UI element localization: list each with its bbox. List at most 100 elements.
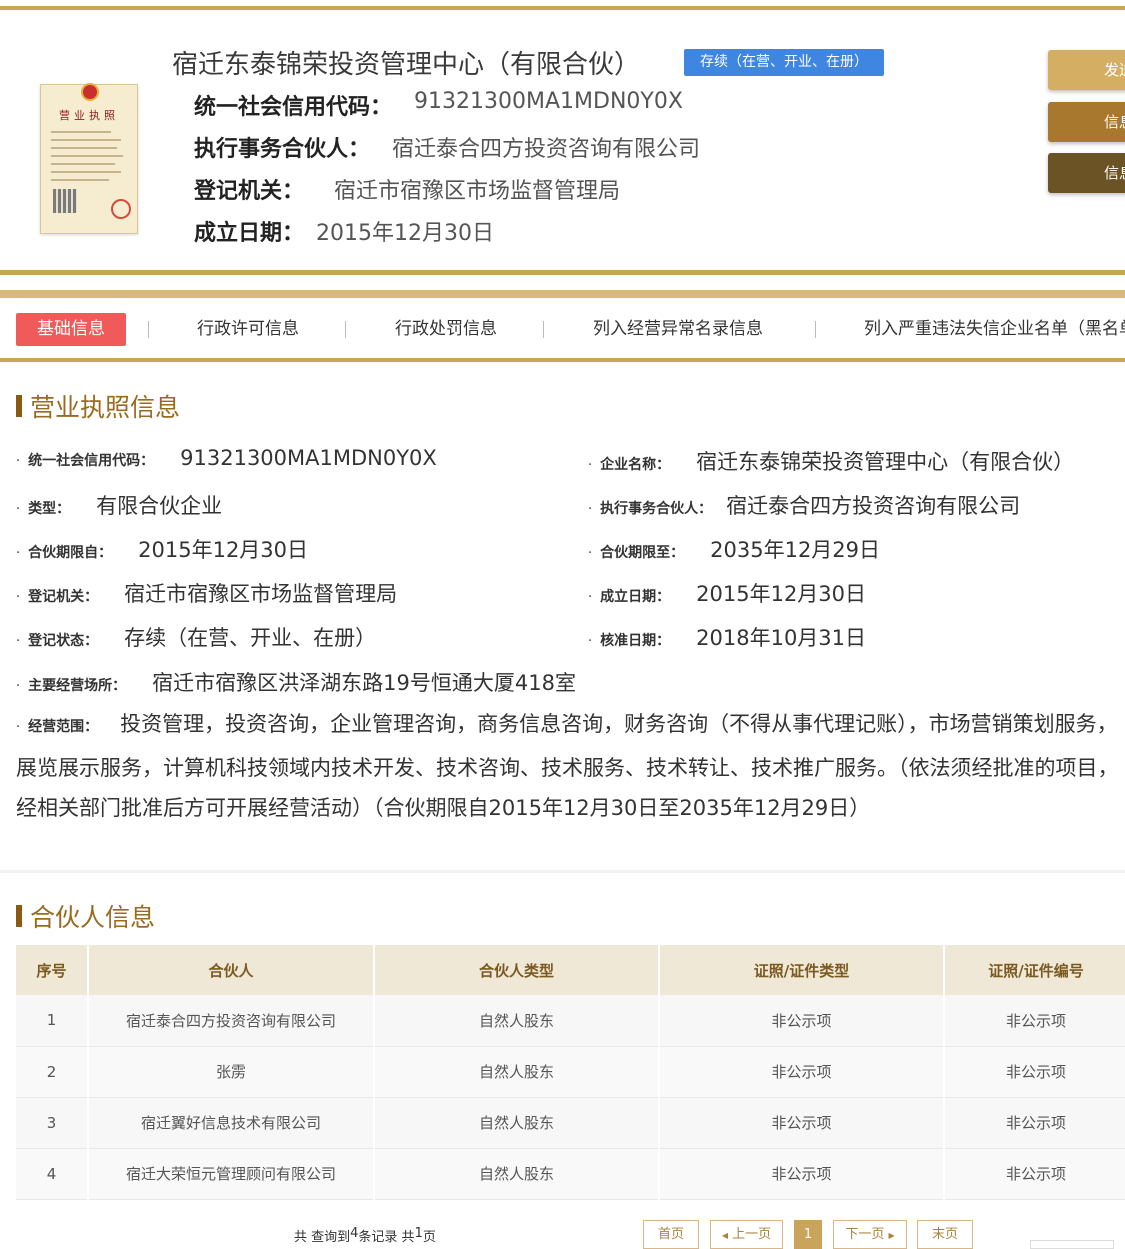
pagination-record-count: 4 <box>350 1226 359 1241</box>
company-header: 营业执照 宿迁东泰锦荣投资管理中心（有限合伙） 存续（在营、开业、在册） 统一社… <box>0 0 1125 290</box>
partner-table: 序号 合伙人 合伙人类型 证照/证件类型 证照/证件编号 1 宿迁泰合四方投资咨… <box>16 945 1125 1200</box>
header-divider-thin <box>0 290 1125 298</box>
national-emblem-icon <box>81 83 99 101</box>
caret-left-icon: ◀ <box>721 1231 728 1240</box>
field-company-name-label: 企业名称： <box>600 457 671 473</box>
field-approved: · 核准日期： 2018年10月31日 <box>588 622 866 652</box>
field-established-label: 成立日期： <box>600 589 671 605</box>
field-approved-value: 2018年10月31日 <box>696 626 867 650</box>
license-section-title-text: 营业执照信息 <box>30 393 181 422</box>
field-term-to-label: 合伙期限至： <box>600 545 685 561</box>
first-page-button[interactable]: 首页 <box>643 1220 699 1249</box>
field-term-to-value: 2035年12月29日 <box>710 538 881 562</box>
field-business-scope-label: 经营范围： <box>28 719 99 735</box>
bullet-icon: · <box>16 502 21 517</box>
field-term-from-label: 合伙期限自： <box>28 545 113 561</box>
tab-blacklist[interactable]: 列入严重违法失信企业名单（黑名单） <box>864 313 1125 346</box>
column-header-partner-type: 合伙人类型 <box>374 945 660 995</box>
license-image-title: 营业执照 <box>59 109 119 122</box>
cell-id-number: 非公示项 <box>944 995 1125 1047</box>
info-button-1[interactable]: 信息 <box>1048 102 1125 142</box>
column-header-index: 序号 <box>16 945 89 995</box>
send-button[interactable]: 发送 <box>1048 50 1125 90</box>
last-page-button[interactable]: 末页 <box>917 1220 973 1249</box>
cell-id-type: 非公示项 <box>659 1046 945 1098</box>
cell-partner-type: 自然人股东 <box>374 1148 660 1200</box>
tab-separator <box>543 321 544 338</box>
header-executive-partner: 执行事务合伙人： 宿迁泰合四方投资咨询有限公司 <box>194 131 700 163</box>
pagination-summary-suffix: 页 <box>422 1230 436 1245</box>
field-term-from: · 合伙期限自： 2015年12月30日 <box>16 534 308 564</box>
field-credit-code-label: 统一社会信用代码： <box>28 453 155 469</box>
cell-partner: 张雳 <box>88 1046 375 1098</box>
field-term-from-value: 2015年12月30日 <box>138 538 309 562</box>
tab-basic-info[interactable]: 基础信息 <box>16 313 126 346</box>
field-established: · 成立日期： 2015年12月30日 <box>588 578 866 608</box>
next-page-button[interactable]: 下一页 ▶ <box>833 1220 907 1249</box>
table-header-row: 序号 合伙人 合伙人类型 证照/证件类型 证照/证件编号 <box>16 945 1125 995</box>
field-term-to: · 合伙期限至： 2035年12月29日 <box>588 534 880 564</box>
cell-id-type: 非公示项 <box>659 995 945 1047</box>
field-type-label: 类型： <box>28 501 71 517</box>
field-executive-partner-value: 宿迁泰合四方投资咨询有限公司 <box>726 494 1021 518</box>
header-established-value: 2015年12月30日 <box>316 221 494 246</box>
field-authority: · 登记机关： 宿迁市宿豫区市场监督管理局 <box>16 578 397 608</box>
header-executive-partner-label: 执行事务合伙人： <box>194 137 371 162</box>
section-marker-icon <box>16 395 22 417</box>
bullet-icon: · <box>588 590 593 605</box>
tab-separator <box>148 321 149 338</box>
bullet-icon: · <box>588 502 593 517</box>
tab-separator <box>345 321 346 338</box>
tabs-bottom-border <box>0 358 1125 362</box>
tab-abnormal-list[interactable]: 列入经营异常名录信息 <box>593 313 763 346</box>
field-credit-code-value: 91321300MA1MDN0Y0X <box>180 446 437 470</box>
field-address-label: 主要经营场所： <box>28 678 127 694</box>
tab-admin-license[interactable]: 行政许可信息 <box>197 313 299 346</box>
cell-index: 3 <box>16 1097 89 1149</box>
cell-partner: 宿迁泰合四方投资咨询有限公司 <box>88 995 375 1047</box>
field-company-name-value: 宿迁东泰锦荣投资管理中心（有限合伙） <box>696 450 1075 474</box>
prev-page-button[interactable]: ◀ 上一页 <box>710 1220 783 1249</box>
pagination-summary: 共 查询到 4 条记录 共 1 页 <box>294 1226 436 1245</box>
page-jump-input[interactable] <box>1030 1240 1114 1249</box>
header-authority-label: 登记机关： <box>194 179 305 204</box>
header-credit-code: 统一社会信用代码： 91321300MA1MDN0Y0X <box>194 89 683 121</box>
cell-id-type: 非公示项 <box>659 1097 945 1149</box>
bullet-icon: · <box>16 679 21 694</box>
license-line <box>51 131 111 133</box>
cell-partner-type: 自然人股东 <box>374 995 660 1047</box>
info-button-2[interactable]: 信息 <box>1048 153 1125 193</box>
field-address-value: 宿迁市宿豫区洪泽湖东路19号恒通大厦418室 <box>152 671 576 695</box>
license-line <box>51 179 109 181</box>
business-license-image[interactable]: 营业执照 <box>40 83 138 234</box>
current-page-button[interactable]: 1 <box>794 1220 822 1249</box>
bullet-icon: · <box>16 454 21 469</box>
qr-code-icon <box>53 189 77 213</box>
tab-bar: 基础信息 行政许可信息 行政处罚信息 列入经营异常名录信息 列入严重违法失信企业… <box>0 300 1125 358</box>
table-row: 4 宿迁大荣恒元管理顾问有限公司 自然人股东 非公示项 非公示项 <box>16 1148 1125 1200</box>
column-header-id-number: 证照/证件编号 <box>944 945 1125 995</box>
field-approved-label: 核准日期： <box>600 633 671 649</box>
tab-admin-penalty[interactable]: 行政处罚信息 <box>395 313 497 346</box>
field-executive-partner: · 执行事务合伙人： 宿迁泰合四方投资咨询有限公司 <box>588 490 1020 520</box>
license-line <box>51 147 117 149</box>
bullet-icon: · <box>16 720 21 735</box>
field-authority-label: 登记机关： <box>28 589 99 605</box>
cell-id-number: 非公示项 <box>944 1148 1125 1200</box>
bullet-icon: · <box>16 590 21 605</box>
caret-right-icon: ▶ <box>888 1231 895 1240</box>
field-address: · 主要经营场所： 宿迁市宿豫区洪泽湖东路19号恒通大厦418室 <box>16 667 576 697</box>
tab-separator <box>815 321 816 338</box>
bullet-icon: · <box>588 634 593 649</box>
table-row: 3 宿迁翼好信息技术有限公司 自然人股东 非公示项 非公示项 <box>16 1097 1125 1149</box>
field-executive-partner-label: 执行事务合伙人： <box>600 501 713 517</box>
cell-partner-type: 自然人股东 <box>374 1046 660 1098</box>
section-marker-icon <box>16 905 22 927</box>
field-credit-code: · 统一社会信用代码： 91321300MA1MDN0Y0X <box>16 446 437 470</box>
cell-id-type: 非公示项 <box>659 1148 945 1200</box>
header-executive-partner-value: 宿迁泰合四方投资咨询有限公司 <box>392 137 701 162</box>
cell-id-number: 非公示项 <box>944 1097 1125 1149</box>
status-badge: 存续（在营、开业、在册） <box>684 49 884 76</box>
field-status-value: 存续（在营、开业、在册） <box>124 626 377 650</box>
field-status: · 登记状态： 存续（在营、开业、在册） <box>16 622 376 652</box>
